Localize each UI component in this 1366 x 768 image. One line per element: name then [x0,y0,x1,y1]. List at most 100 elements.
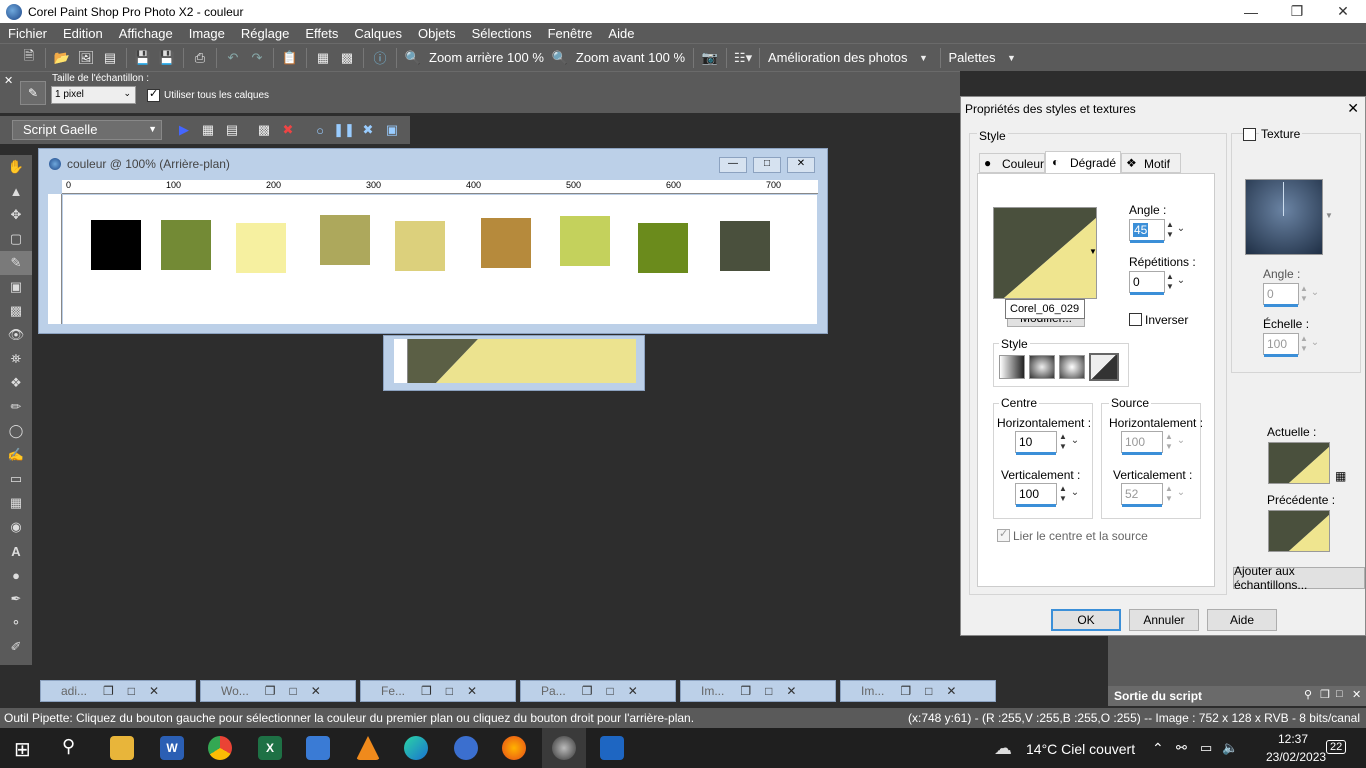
open-folder-icon[interactable]: 📂 [51,47,73,69]
color-swatch[interactable] [91,220,141,270]
menu-fichier[interactable]: Fichier [0,26,55,41]
cancel-button[interactable]: Annuler [1129,609,1199,631]
clone-tool-icon[interactable]: ⛯ [0,347,32,371]
airbrush-icon[interactable]: ✐ [0,635,32,659]
eyedropper-icon[interactable]: ✎ [20,81,46,105]
paint-brush-icon[interactable]: ✏ [0,395,32,419]
warp-brush-icon[interactable]: ⚬ [0,611,32,635]
run-script-icon[interactable]: ▶ [173,119,195,141]
excel-icon[interactable]: X [258,736,282,760]
chevron-down-icon[interactable]: ▼ [1000,47,1022,69]
minimized-document[interactable]: Pa... ❐□✕ [520,680,676,702]
spin-updown-icon[interactable]: ▲ ▼ [1057,432,1069,452]
texture-scale-input[interactable]: 100 [1263,333,1299,357]
source-h-input[interactable]: 100 [1121,431,1163,455]
image-canvas[interactable] [63,195,817,324]
file-explorer-icon[interactable] [110,736,134,760]
minimized-document[interactable]: Wo... ❐□✕ [200,680,356,702]
spin-updown-icon[interactable]: ▲ ▼ [1057,484,1069,504]
palettes-menu[interactable]: Palettes [949,50,996,65]
clock-time[interactable]: 12:37 [1278,732,1308,746]
menu-calques[interactable]: Calques [346,26,410,41]
camera-icon[interactable]: 📷 [699,47,721,69]
help-button[interactable]: Aide [1207,609,1277,631]
minimized-document[interactable]: adi... ❐□✕ [40,680,196,702]
color-swatch[interactable] [481,218,531,268]
battery-icon[interactable]: ▭ [1200,740,1212,756]
resize-icon[interactable]: ▦ [312,47,334,69]
layout-icon[interactable]: ☷▾ [732,47,754,69]
color-swatch[interactable] [236,223,286,273]
fill-tool-icon[interactable]: ▦ [0,491,32,515]
eraser-tool-icon[interactable]: ▭ [0,467,32,491]
doc-minimize-button[interactable]: — [719,157,747,173]
previous-swatch[interactable] [1268,510,1330,552]
angle-input[interactable]: 45 [1129,219,1165,243]
invert-checkbox[interactable] [1129,313,1142,326]
notifications-badge[interactable]: 22 [1326,740,1347,754]
scratch-tool-icon[interactable]: ❖ [0,371,32,395]
paste-icon[interactable]: 📋 [279,47,301,69]
color-swatch[interactable] [638,223,688,273]
color-swatch[interactable] [320,215,370,265]
menu-affichage[interactable]: Affichage [111,26,181,41]
move-tool-icon[interactable]: ✥ [0,203,32,227]
close-icon[interactable]: ✕ [1320,0,1366,23]
scan-icon[interactable]: ▤ [99,47,121,69]
pan-tool-icon[interactable]: ✋ [0,155,32,179]
center-v-input[interactable]: 100 [1015,483,1057,507]
dodge-tool-icon[interactable]: ◯ [0,419,32,443]
chevron-up-icon[interactable]: ⌃ [1152,740,1164,757]
word-icon[interactable]: W [160,736,184,760]
save-as-icon[interactable]: 💾 [156,47,178,69]
texture-angle-input[interactable]: 0 [1263,283,1299,307]
record-script-icon[interactable]: ▩ [253,119,275,141]
script-list-icon[interactable]: ▤ [221,119,243,141]
maximize-icon[interactable]: □ [1336,688,1343,700]
settings-app-icon[interactable] [454,736,478,760]
edge-icon[interactable] [404,736,428,760]
color-swatch[interactable] [720,221,770,271]
menu-objets[interactable]: Objets [410,26,464,41]
zoom-in-icon[interactable]: 🔍 [549,47,571,69]
browse-icon[interactable]: 🖼 [75,47,97,69]
gradient-preview[interactable] [993,207,1097,299]
chevron-down-icon[interactable]: ⌄ [1175,488,1187,508]
close-icon[interactable]: ✕ [4,74,13,87]
rectangular-style-icon[interactable] [1029,355,1055,379]
minimized-document[interactable]: Fe... ❐□✕ [360,680,516,702]
volume-icon[interactable]: 🔈 [1222,740,1238,756]
eyedropper-tool-icon[interactable]: ✎ [0,251,32,275]
texture-checkbox[interactable] [1243,128,1256,141]
source-v-input[interactable]: 52 [1121,483,1163,507]
close-icon[interactable]: ✕ [1352,688,1361,701]
chrome-icon[interactable] [208,736,232,760]
chevron-down-icon[interactable]: ⌄ [1309,338,1321,358]
sunburst-style-icon[interactable] [1059,355,1085,379]
menu-aide[interactable]: Aide [600,26,642,41]
sample-size-select[interactable]: 1 pixel ⌄ [51,86,136,104]
chevron-down-icon[interactable]: ▼ [1325,211,1333,220]
tab-degrade[interactable]: ◐ Dégradé [1045,151,1121,173]
info-icon[interactable]: ⓘ [369,47,391,69]
menu-selections[interactable]: Sélections [464,26,540,41]
print-icon[interactable]: ⎙ [189,47,211,69]
canvas-icon[interactable]: ▩ [336,47,358,69]
crop-tool-icon[interactable]: ▣ [0,275,32,299]
doc-close-button[interactable]: ✕ [787,157,815,173]
menu-fenetre[interactable]: Fenêtre [540,26,601,41]
tab-couleur[interactable]: ● Couleur [979,153,1045,173]
tab-motif[interactable]: ❖ Motif [1121,153,1181,173]
swap-icon[interactable]: ▦ [1335,469,1346,483]
store-icon[interactable] [306,736,330,760]
color-swatch[interactable] [161,220,211,270]
center-h-input[interactable]: 10 [1015,431,1057,455]
color-swatch[interactable] [395,221,445,271]
chevron-down-icon[interactable]: ⌄ [1175,224,1187,244]
linear-style-icon[interactable] [999,355,1025,379]
chevron-down-icon[interactable]: ⌄ [1175,276,1187,296]
restore-icon[interactable]: ❐ [1274,0,1320,23]
texture-preview[interactable] [1245,179,1323,255]
preset-shape-icon[interactable]: ● [0,563,32,587]
selection-tool-icon[interactable]: ▢ [0,227,32,251]
